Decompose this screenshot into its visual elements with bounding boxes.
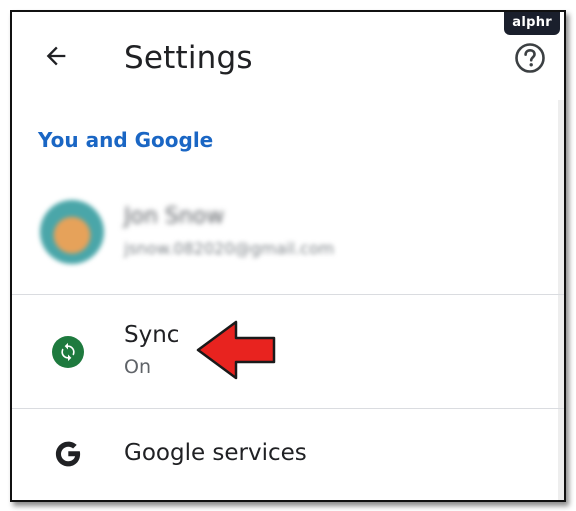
help-button[interactable]: [514, 42, 546, 74]
sync-label: Sync: [124, 322, 180, 348]
settings-screen: alphr Settings You and Google Jon Snow j…: [10, 10, 566, 502]
divider: [12, 408, 564, 409]
app-toolbar: Settings: [12, 12, 564, 100]
sync-row[interactable]: Sync On: [12, 296, 564, 410]
account-name: Jon Snow: [124, 204, 225, 229]
google-g-icon: [55, 441, 81, 467]
account-row[interactable]: Jon Snow jsnow.082020@gmail.com: [12, 188, 564, 296]
sync-icon: [52, 336, 84, 368]
account-email: jsnow.082020@gmail.com: [124, 239, 335, 258]
google-services-label: Google services: [124, 440, 307, 466]
alphr-watermark: alphr: [504, 12, 560, 35]
help-icon: [515, 43, 545, 73]
arrow-back-icon: [46, 46, 66, 66]
page-title: Settings: [124, 40, 253, 76]
back-button[interactable]: [40, 40, 72, 72]
section-header-you-and-google: You and Google: [38, 128, 214, 152]
sync-status: On: [124, 356, 151, 378]
avatar: [40, 200, 104, 264]
divider: [12, 294, 564, 295]
red-arrow-annotation-icon: [196, 320, 276, 380]
google-services-row[interactable]: Google services: [12, 410, 564, 500]
